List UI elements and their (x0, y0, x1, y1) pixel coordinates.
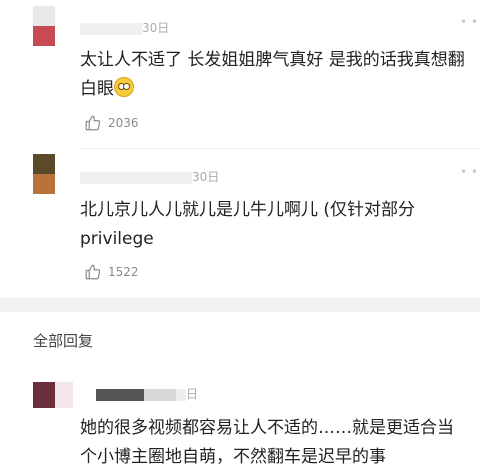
more-dots-icon[interactable]: • • (460, 15, 478, 29)
avatar-bottom (33, 26, 55, 46)
avatar[interactable] (33, 382, 73, 408)
comment-text: 北儿京儿人儿就儿是儿牛儿啊儿 (仅针对部分 privilege (80, 196, 480, 254)
rolling-eyes-emoji-icon (114, 77, 134, 97)
avatar-right (55, 382, 73, 408)
avatar[interactable] (33, 154, 55, 194)
reply-text-line: 她的很多视频都容易让人不适的……就是更适合当 (80, 418, 454, 438)
like-count: 2036 (108, 116, 139, 130)
avatar-top (33, 154, 55, 174)
comment-text-line: 北儿京儿人儿就儿是儿牛儿啊儿 (仅针对部分 (80, 200, 416, 220)
username-blurred (80, 171, 192, 184)
thumbs-up-icon (85, 264, 101, 280)
reply-text: 她的很多视频都容易让人不适的……就是更适合当 个小博主圈地自萌，不然翻车是迟早的… (80, 414, 480, 472)
comment-text-line: privilege (80, 229, 154, 249)
avatar[interactable] (33, 6, 55, 46)
reply-text-line: 个小博主圈地自萌，不然翻车是迟早的事 (80, 447, 386, 467)
divider (80, 148, 480, 149)
like-button[interactable]: 1522 (84, 263, 139, 281)
avatar-left (33, 382, 55, 408)
reply-time: 日 (186, 387, 199, 401)
like-count: 1522 (108, 265, 139, 279)
comment-time: 30日 (192, 170, 220, 184)
thumbs-up-icon (85, 115, 101, 131)
more-dots-icon[interactable]: • • (460, 165, 478, 179)
avatar-bottom (33, 174, 55, 194)
username-blurred (144, 388, 176, 401)
username-blurred (80, 22, 142, 35)
comment-time: 30日 (142, 21, 170, 35)
comment-text-line: 白眼 (80, 75, 480, 104)
section-divider (0, 298, 480, 312)
section-title: 全部回复 (33, 332, 94, 350)
comment-text: 太让人不适了 长发姐姐脾气真好 是我的话我真想翻 白眼 (80, 46, 480, 104)
avatar-top (33, 6, 55, 26)
reply-meta: 日 (96, 385, 198, 402)
username-blurred (96, 388, 144, 401)
comment-meta: 30日 (80, 19, 169, 36)
comment-text-line: 太让人不适了 长发姐姐脾气真好 是我的话我真想翻 (80, 50, 465, 70)
like-button[interactable]: 2036 (84, 114, 139, 132)
username-blurred (176, 388, 186, 401)
comment-meta: 30日 (80, 168, 219, 185)
